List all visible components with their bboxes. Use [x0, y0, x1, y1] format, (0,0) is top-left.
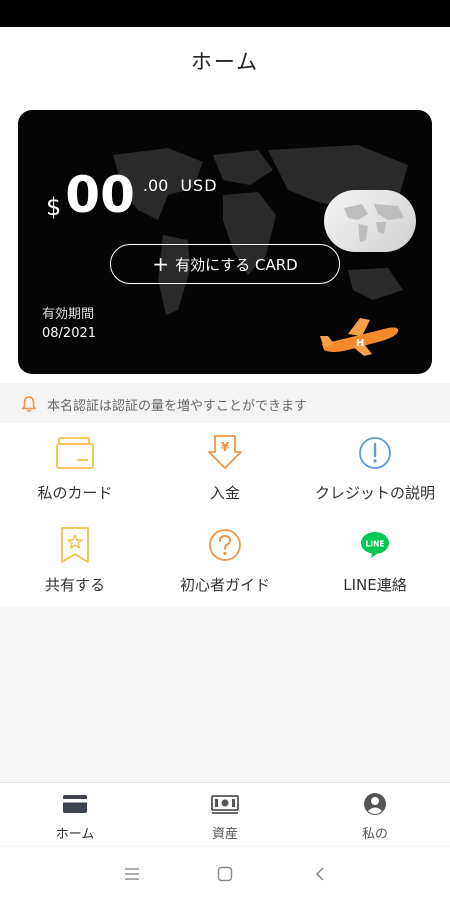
balance-decimal: .00: [142, 176, 169, 195]
page-title: ホーム: [190, 50, 260, 74]
menu-item-my-card[interactable]: 私のカード: [0, 423, 150, 513]
status-bar: [0, 0, 450, 27]
activate-card-label: 有効にする CARD: [175, 255, 298, 274]
menu-label: 私のカード: [37, 484, 113, 502]
card-icon: [63, 795, 87, 813]
balance-currency: USD: [180, 176, 218, 195]
menu-item-share[interactable]: 共有する: [0, 515, 150, 605]
notice-text: 本名認証は認証の量を増やすことができます: [47, 398, 308, 414]
yen-deposit-icon: ¥: [208, 435, 242, 469]
tab-label: ホーム: [55, 827, 95, 842]
money-icon: [211, 795, 239, 814]
svg-text:¥: ¥: [221, 440, 230, 454]
content-area: [0, 606, 450, 782]
info-icon: [359, 437, 391, 469]
menu-label: 入金: [209, 484, 240, 502]
question-icon: [209, 529, 241, 561]
card-area: $ 00 .00 USD + 有効にする CARD 有効期間 08/2021 H: [0, 95, 450, 383]
bank-card[interactable]: $ 00 .00 USD + 有効にする CARD 有効期間 08/2021 H: [18, 110, 432, 374]
airplane-icon: H: [320, 318, 399, 356]
menu-icon[interactable]: [119, 861, 145, 887]
menu-item-line-contact[interactable]: LINE LINE連絡: [300, 515, 450, 605]
menu-label: LINE連絡: [343, 576, 407, 594]
menu-item-credit-info[interactable]: クレジットの説明: [300, 423, 450, 513]
plus-icon: +: [152, 252, 170, 276]
tab-label: 資産: [211, 827, 238, 842]
user-icon: [364, 793, 386, 815]
tab-label: 私の: [361, 827, 388, 842]
star-bookmark-icon: [61, 527, 89, 563]
tab-home[interactable]: ホーム: [0, 791, 150, 842]
tab-assets[interactable]: 資産: [150, 791, 300, 842]
back-icon[interactable]: [307, 861, 333, 887]
menu-item-deposit[interactable]: ¥ 入金: [150, 423, 300, 513]
header: ホーム: [0, 27, 450, 95]
menu-label: 初心者ガイド: [179, 576, 270, 594]
tab-profile[interactable]: 私の: [300, 791, 450, 842]
verification-notice[interactable]: 本名認証は認証の量を増やすことができます: [0, 385, 450, 423]
bell-icon: [21, 396, 37, 412]
menu-item-beginner-guide[interactable]: 初心者ガイド: [150, 515, 300, 605]
card-icon: [56, 437, 94, 469]
card-balance: $ 00 .00 USD: [46, 166, 218, 224]
expiry-value: 08/2021: [42, 326, 97, 341]
home-square-icon[interactable]: [212, 861, 238, 887]
svg-text:LINE: LINE: [366, 540, 385, 549]
bottom-tab-bar: ホーム 資産 私の: [0, 782, 450, 846]
expiry-label: 有効期間: [42, 307, 95, 322]
system-nav-bar: [0, 846, 450, 900]
feature-menu: 私のカード ¥ 入金 クレジットの説明 共有する 初心者ガイド LINE LIN…: [0, 423, 450, 606]
svg-text:H: H: [356, 338, 364, 349]
menu-label: 共有する: [44, 576, 105, 594]
activate-card-button[interactable]: + 有効にする CARD: [110, 244, 340, 284]
menu-label: クレジットの説明: [314, 484, 435, 502]
line-icon: LINE: [361, 532, 389, 558]
balance-integer: 00: [65, 166, 135, 224]
card-chip-icon: [324, 190, 416, 252]
currency-sign: $: [46, 193, 62, 221]
